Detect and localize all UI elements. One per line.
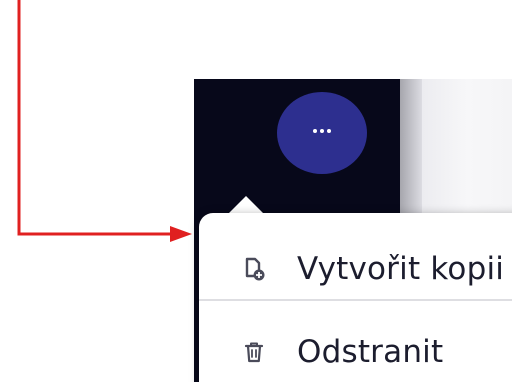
trash-icon bbox=[241, 339, 267, 365]
more-options-button[interactable] bbox=[277, 92, 367, 174]
menu-item-delete[interactable]: Odstranit bbox=[199, 317, 512, 382]
context-menu: Vytvořit kopii Odstranit bbox=[199, 213, 512, 382]
screenshot-stage: Vytvořit kopii Odstranit bbox=[0, 0, 512, 382]
menu-item-label: Odstranit bbox=[297, 334, 444, 370]
menu-caret bbox=[228, 196, 264, 214]
more-horizontal-icon bbox=[313, 129, 331, 133]
menu-item-create-copy[interactable]: Vytvořit kopii bbox=[199, 233, 512, 305]
copy-file-icon bbox=[241, 256, 267, 282]
annotation-arrow bbox=[17, 0, 192, 242]
menu-divider bbox=[199, 299, 512, 301]
menu-item-label: Vytvořit kopii bbox=[297, 251, 505, 287]
